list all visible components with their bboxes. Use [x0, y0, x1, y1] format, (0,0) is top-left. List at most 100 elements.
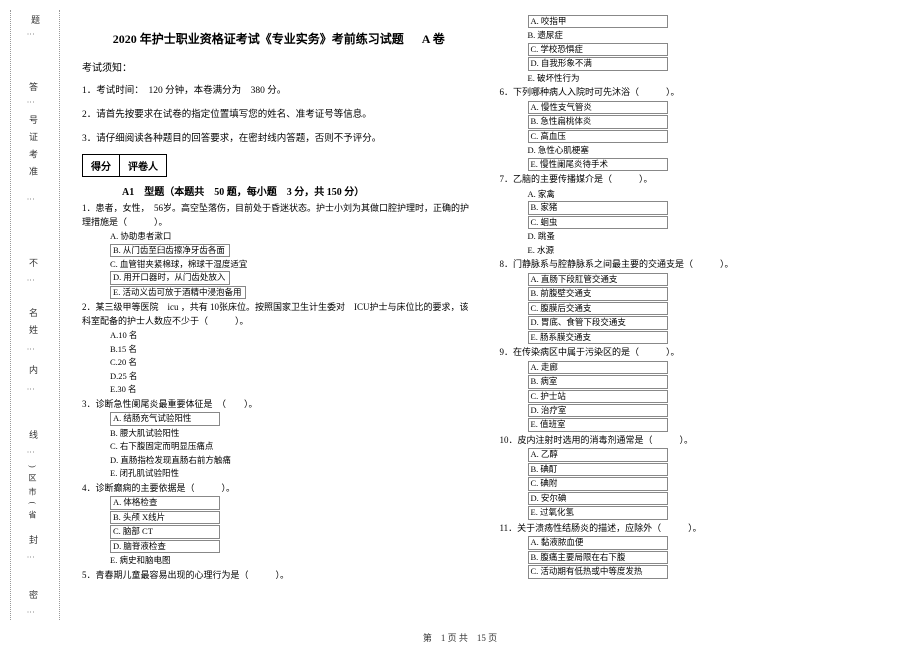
questions-right: A. 咬指甲 B. 遗尿症 C. 学校恐惧症D. 自我形象不满 E. 破坏性行为 6．下… — [500, 15, 894, 580]
question-text: 10．皮内注射时选用的消毒剂通常是（ ）。 — [500, 434, 894, 448]
option: C. 活动期有低热或中等度发热 — [528, 565, 668, 578]
options: A. 家禽B. 家猪C. 蛔虫D. 跳蚤E. 水源 — [500, 188, 894, 257]
option: B. 病室 — [528, 375, 668, 388]
option: C. 护士站 — [528, 390, 668, 403]
gutter-label-1: 号 证 考 准 — [27, 115, 40, 179]
option: C. 碘附 — [528, 477, 668, 490]
option: A. 直肠下段肛管交通支 — [528, 273, 668, 286]
gutter-label-2: 不 — [27, 258, 40, 267]
option: D. 治疗室 — [528, 404, 668, 417]
option: E. 慢性阑尾炎待手术 — [528, 158, 668, 171]
question: 7．乙脑的主要传播媒介是（ ）。A. 家禽B. 家猪C. 蛔虫D. 跳蚤E. 水… — [500, 173, 894, 257]
option: E.30 名 — [110, 384, 136, 394]
option: B. 从门齿至臼齿擦净牙齿各面 — [110, 244, 230, 257]
question-text: 4．诊断癫痫的主要依据是（ ）。 — [82, 482, 476, 496]
gutter-top-char: 题 — [29, 15, 42, 24]
option: B. 碘酊 — [528, 463, 668, 476]
option: D. 安尔碘 — [528, 492, 668, 505]
content-area: 2020 年护士职业资格证考试《专业实务》考前练习试题 A 卷 考试须知： 1．… — [60, 10, 920, 620]
gutter-label-4: 内 — [27, 365, 40, 374]
option: D. 自我形象不满 — [528, 57, 668, 70]
option: C.20 名 — [110, 357, 137, 367]
options: A. 慢性支气管炎B. 急性扁桃体炎C. 高血压D. 急性心肌梗塞E. 慢性阑尾… — [500, 101, 894, 172]
notice-item-3: 3．请仔细阅读各种题目的回答要求，在密封线内答题，否则不予评分。 — [82, 130, 476, 144]
option: E. 病史和脑电图 — [110, 555, 170, 565]
options: A. 乙醇 B. 碘酊C. 碘附 D. 安尔碘E. 过氧化氢 — [500, 448, 894, 520]
question-text: 5．青春期儿童最容易出现的心理行为是（ ）。 — [82, 569, 476, 583]
option: C. 血管钳夹紧棉球，棉球干湿度适宜 — [110, 259, 247, 269]
column-left: 2020 年护士职业资格证考试《专业实务》考前练习试题 A 卷 考试须知： 1．… — [70, 15, 488, 615]
question: 10．皮内注射时选用的消毒剂通常是（ ）。A. 乙醇 B. 碘酊C. 碘附 D. 安… — [500, 434, 894, 521]
option: E. 肠系膜交通支 — [528, 331, 668, 344]
option: E. 闭孔肌试验阳性 — [110, 468, 179, 478]
volume-label: A 卷 — [422, 30, 445, 47]
notice-item-1: 1．考试时间： 120 分钟，本卷满分为 380 分。 — [82, 82, 476, 96]
question: 8．门静脉系与腔静脉系之间最主要的交通支是（ ）。A. 直肠下段肛管交通支B. … — [500, 258, 894, 345]
option: E. 值班室 — [528, 418, 668, 431]
option: B. 前腹壁交通支 — [528, 287, 668, 300]
option: E. 活动义齿可放于酒精中浸泡备用 — [110, 286, 246, 299]
option: B. 遗尿症 — [528, 30, 563, 40]
gutter-label-8: 密 — [27, 590, 40, 599]
question-text: 1．患者，女性， 56岁。高空坠落伤，目前处于昏迷状态。护士小刘为其做口腔护理时… — [82, 202, 476, 229]
options: A. 协助患者漱口 B. 从门齿至臼齿擦净牙齿各面 C. 血管钳夹紧棉球，棉球干湿度… — [82, 230, 476, 300]
notice-item-2: 2．请首先按要求在试卷的指定位置填写您的姓名、准考证号等信息。 — [82, 106, 476, 120]
option: E. 水源 — [528, 245, 554, 255]
question-text: 8．门静脉系与腔静脉系之间最主要的交通支是（ ）。 — [500, 258, 894, 272]
option: D. 急性心肌梗塞 — [528, 145, 589, 155]
option: D. 胃底、食管下段交通支 — [528, 316, 668, 329]
options: A.10 名B.15 名C.20 名D.25 名E.30 名 — [82, 329, 476, 397]
question: 4．诊断癫痫的主要依据是（ ）。A. 体格检查B. 头颅 X线片C. 脑部 CT… — [82, 482, 476, 568]
question: 1．患者，女性， 56岁。高空坠落伤，目前处于昏迷状态。护士小刘为其做口腔护理时… — [82, 202, 476, 300]
binding-gutter: 题 ⋮ 答 ⋮ 号 证 考 准 ⋮ 不 ⋮ 名 姓 ⋮ 内 ⋮ 线 ⋮ ) 区 … — [10, 10, 60, 620]
option: D. 用开口器时，从门齿处放入 — [110, 271, 230, 284]
gutter-label-7: 封 — [27, 535, 40, 544]
question: 3．诊断急性阑尾炎最重要体征是 （ ）。A. 结肠充气试验阳性B. 腰大肌试验阳… — [82, 398, 476, 481]
option: D. 直肠指检发现直肠右前方触痛 — [110, 455, 231, 465]
question-text: 2．某三级甲等医院 icu ，共有 10张床位。按照国家卫生计生委对 ICU护士… — [82, 301, 476, 328]
questions-left: 1．患者，女性， 56岁。高空坠落伤，目前处于昏迷状态。护士小刘为其做口腔护理时… — [82, 202, 476, 582]
option: B.15 名 — [110, 344, 137, 354]
question-text: 3．诊断急性阑尾炎最重要体征是 （ ）。 — [82, 398, 476, 412]
option: C. 学校恐惧症 — [528, 43, 668, 56]
option: B. 头颅 X线片 — [110, 511, 220, 524]
question-text: 11．关于溃疡性结肠炎的描述，应除外（ ）。 — [500, 522, 894, 536]
question: A. 咬指甲 B. 遗尿症 C. 学校恐惧症D. 自我形象不满 E. 破坏性行为 — [500, 15, 894, 85]
option: D. 脑脊液检查 — [110, 540, 220, 553]
page-footer: 第 1 页 共 15 页 — [0, 631, 920, 644]
title-text: 2020 年护士职业资格证考试《专业实务》考前练习试题 — [113, 32, 404, 46]
options: A. 直肠下段肛管交通支B. 前腹壁交通支 C. 腹膜后交通支D. 胃底、食管下段… — [500, 273, 894, 345]
option: A. 慢性支气管炎 — [528, 101, 668, 114]
option: D. 跳蚤 — [528, 231, 555, 241]
option: A. 咬指甲 — [528, 15, 668, 28]
question-text: 7．乙脑的主要传播媒介是（ ）。 — [500, 173, 894, 187]
question-text: 6．下列哪种病人入院时可先沐浴（ ）。 — [500, 86, 894, 100]
option: A. 走廊 — [528, 361, 668, 374]
option: A. 乙醇 — [528, 448, 668, 461]
grader-label: 评卷人 — [120, 155, 166, 176]
option: A. 协助患者漱口 — [110, 231, 171, 241]
question: 6．下列哪种病人入院时可先沐浴（ ）。A. 慢性支气管炎B. 急性扁桃体炎C. … — [500, 86, 894, 172]
option: E. 过氧化氢 — [528, 506, 668, 519]
option: C. 腹膜后交通支 — [528, 302, 668, 315]
gutter-label-3: 名 姓 — [27, 308, 40, 337]
score-box: 得分 评卷人 — [82, 154, 167, 177]
score-label: 得分 — [83, 155, 120, 176]
options: A. 走廊B. 病室 C. 护士站D. 治疗室E. 值班室 — [500, 361, 894, 433]
gutter-label-6: ) 区 市 ( 省 — [27, 465, 38, 520]
gutter-label-0: 答 — [27, 82, 40, 91]
options: A. 体格检查B. 头颅 X线片C. 脑部 CTD. 脑脊液检查E. 病史和脑电… — [82, 496, 476, 567]
option: E. 破坏性行为 — [528, 73, 580, 83]
option: B. 急性扁桃体炎 — [528, 115, 668, 128]
option: B. 家猪 — [528, 201, 668, 214]
option: B. 腹痛主要局限在右下腹 — [528, 551, 668, 564]
notice-heading: 考试须知： — [82, 59, 476, 74]
column-right: A. 咬指甲 B. 遗尿症 C. 学校恐惧症D. 自我形象不满 E. 破坏性行为 6．下… — [488, 15, 906, 615]
gutter-label-5: 线 — [27, 430, 40, 439]
option: C. 右下腹固定而明显压痛点 — [110, 441, 213, 451]
question-text: 9．在传染病区中属于污染区的是（ ）。 — [500, 346, 894, 360]
question: 9．在传染病区中属于污染区的是（ ）。A. 走廊B. 病室 C. 护士站D. 治疗… — [500, 346, 894, 433]
option: A.10 名 — [110, 330, 137, 340]
options: A. 咬指甲 B. 遗尿症 C. 学校恐惧症D. 自我形象不满 E. 破坏性行为 — [500, 15, 894, 85]
option: A. 黏液脓血便 — [528, 536, 668, 549]
